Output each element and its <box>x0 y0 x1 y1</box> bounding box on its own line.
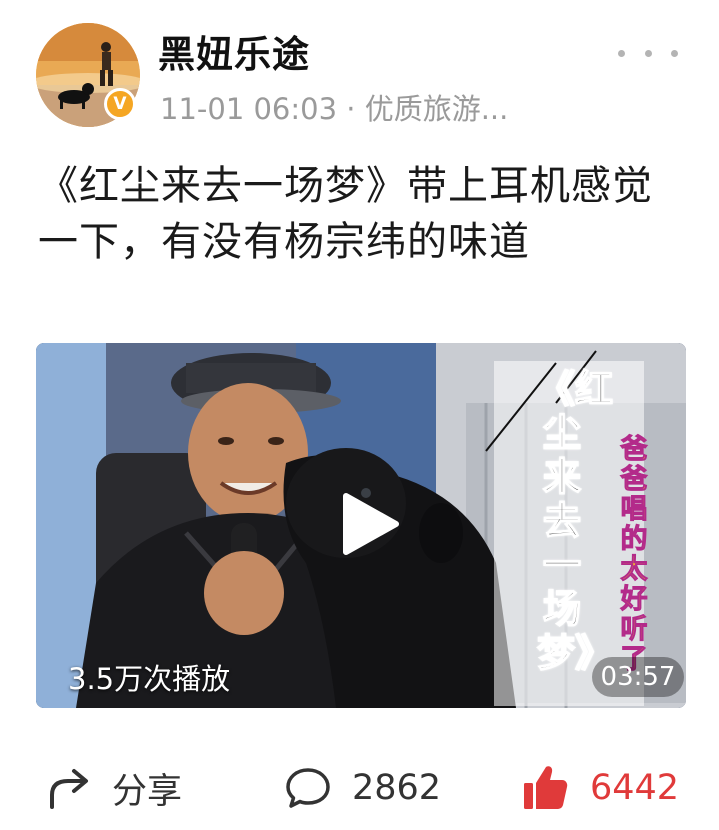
more-dots-icon[interactable] <box>618 38 678 68</box>
cover-subtitle: 爸爸唱的太好听了 <box>620 434 648 675</box>
cover-title: 《红尘来去一场梦》 <box>536 366 614 676</box>
share-arrow-icon <box>50 769 88 809</box>
post-meta: 11-01 06:03 · 优质旅游... <box>160 92 509 126</box>
thumbs-up-icon <box>524 766 568 809</box>
play-icon[interactable] <box>340 492 400 556</box>
cover-card: 《红尘来去一场梦》 爸爸唱的太好听了 <box>529 361 679 701</box>
comment-count: 2862 <box>352 768 442 808</box>
post-card: V 黑妞乐途 11-01 06:03 · 优质旅游... 《红尘来去一场梦》带上… <box>0 0 719 830</box>
verified-badge: V <box>104 88 136 120</box>
like-button[interactable]: 6442 <box>520 748 679 828</box>
video-player[interactable]: 《红尘来去一场梦》 爸爸唱的太好听了 3.5万次播放 03:57 <box>36 343 686 708</box>
play-count: 3.5万次播放 <box>68 662 231 696</box>
share-label: 分享 <box>112 771 183 812</box>
more-dot <box>618 49 625 57</box>
share-button[interactable]: 分享 <box>46 748 182 828</box>
more-dot <box>671 49 678 57</box>
comment-bubble-icon <box>286 768 330 808</box>
post-title[interactable]: 《红尘来去一场梦》带上耳机感觉一下，有没有杨宗纬的味道 <box>38 158 658 270</box>
author-name[interactable]: 黑妞乐途 <box>158 24 310 78</box>
video-duration: 03:57 <box>592 657 684 697</box>
play-triangle <box>343 493 399 555</box>
more-dot <box>644 49 652 57</box>
like-count: 6442 <box>590 768 680 808</box>
action-bar: 分享 2862 6442 <box>0 748 719 828</box>
comment-button[interactable]: 2862 <box>284 748 441 828</box>
